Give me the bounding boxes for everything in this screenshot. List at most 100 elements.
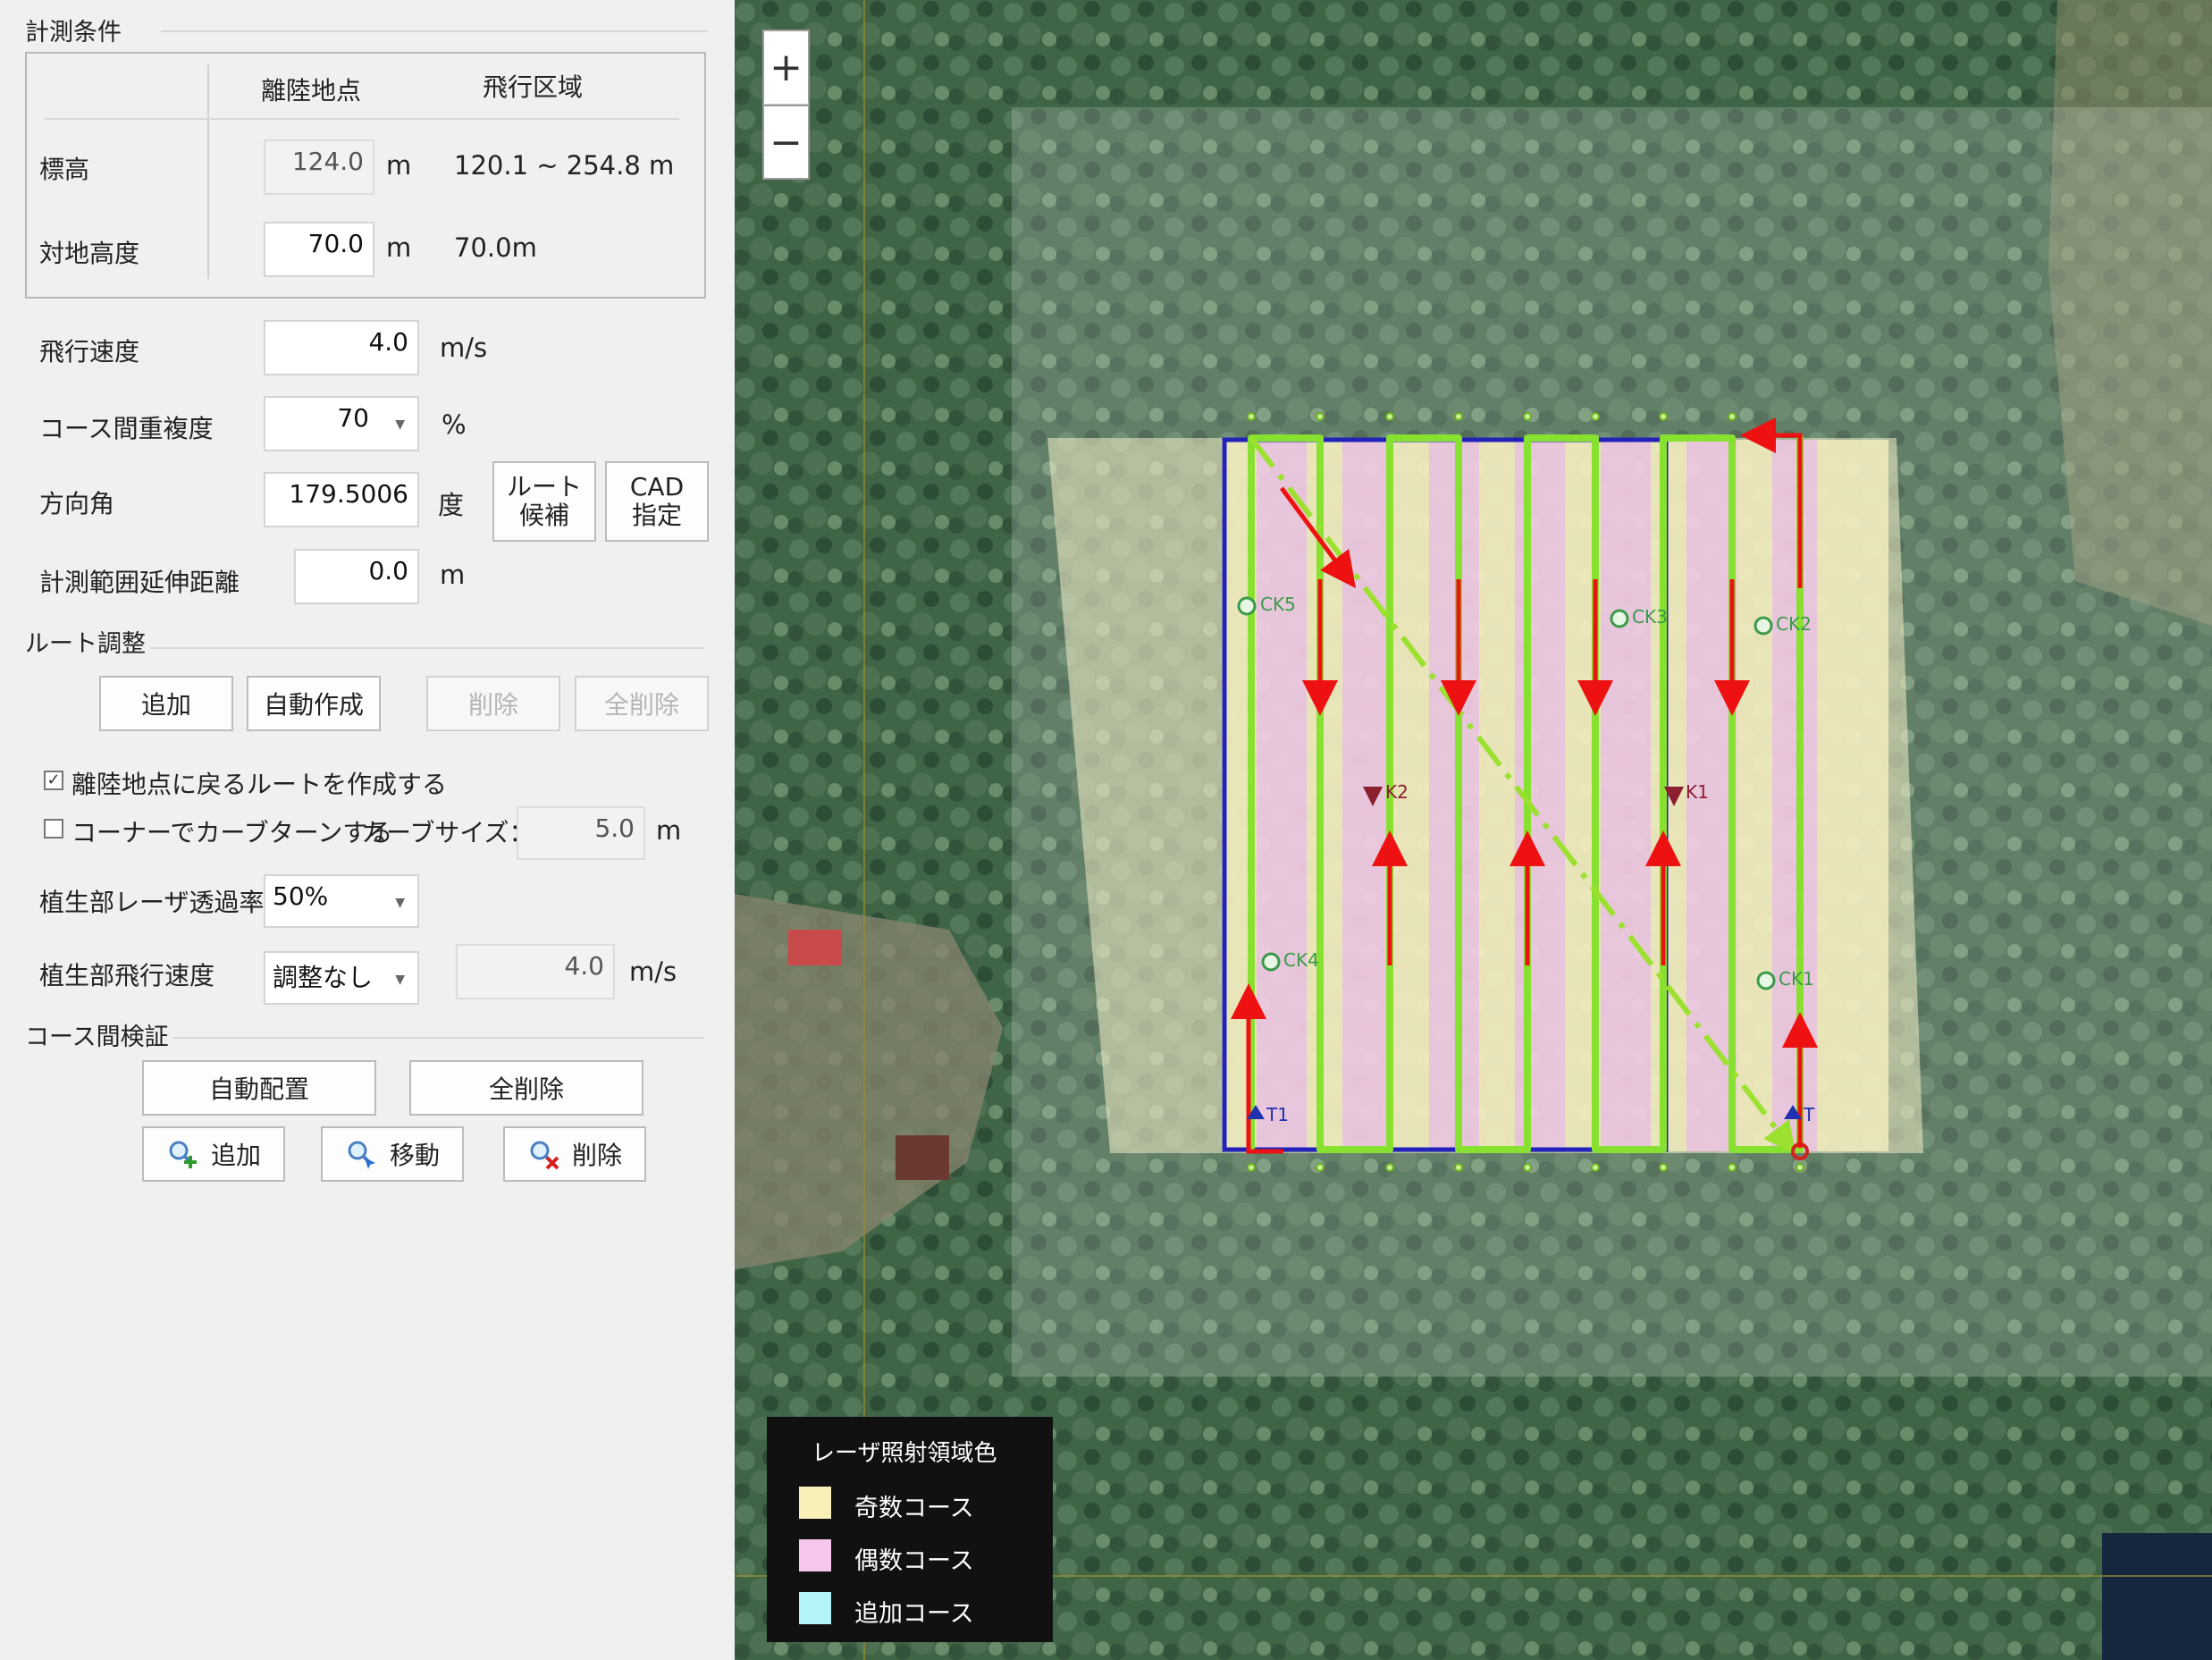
- dropdown-arrow-icon: ▼: [395, 896, 405, 910]
- col-area-header: 飛行区域: [483, 72, 584, 102]
- overlap-value: 70: [337, 403, 369, 433]
- speed-input[interactable]: 4.0: [264, 320, 419, 375]
- verify-section-title: コース間検証: [25, 1024, 169, 1051]
- heading-input[interactable]: 179.5006: [264, 472, 419, 527]
- laser-rate-label: 植生部レーザ透過率: [39, 888, 265, 917]
- legend-swatch-odd: [799, 1487, 831, 1519]
- ground-height-input[interactable]: 70.0: [264, 222, 374, 277]
- legend-label-added: 追加コース: [854, 1600, 974, 1628]
- table-divider: [207, 64, 209, 279]
- water-area: [2102, 1533, 2212, 1660]
- heading-label: 方向角: [39, 489, 115, 518]
- strip-even: [1257, 440, 1307, 1151]
- cad-label-1: CAD: [629, 472, 685, 501]
- route-candidate-label-1: ルート: [506, 472, 582, 501]
- return-route-checkbox[interactable]: ✓: [44, 771, 63, 790]
- magnifier-delete-icon: [527, 1138, 559, 1170]
- corner-curve-label: コーナーでカーブターンする: [71, 818, 393, 847]
- satellite-map[interactable]: CK5 CK3 CK2 K2 K1 CK4 CK1 T1 T: [735, 0, 2212, 1660]
- overlap-label: コース間重複度: [39, 414, 214, 443]
- ck2-label: CK2: [1776, 613, 1812, 635]
- legend-swatch-added: [799, 1592, 831, 1624]
- veg-speed-select[interactable]: 調整なし ▼: [264, 951, 419, 1005]
- legend-label-even: 偶数コース: [854, 1547, 974, 1575]
- altitude-input[interactable]: 124.0: [264, 139, 374, 195]
- route-add-button[interactable]: 追加: [99, 676, 233, 731]
- route-delete-all-button[interactable]: 全削除: [575, 676, 709, 731]
- veg-speed-input[interactable]: 4.0: [456, 944, 615, 999]
- speed-unit: m/s: [440, 333, 488, 363]
- route-candidate-button[interactable]: ルート 候補: [492, 461, 596, 542]
- altitude-range: 120.1 ~ 254.8 m: [454, 150, 675, 181]
- settings-panel: 計測条件 離陸地点 飛行区域 標高 124.0 m 120.1 ~ 254.8 …: [0, 0, 735, 1660]
- curve-size-label: カーブサイズ：: [361, 818, 534, 847]
- curve-size-unit: m: [656, 815, 682, 846]
- strip-even: [1772, 440, 1817, 1151]
- verify-delete-label: 削除: [571, 1141, 622, 1170]
- verify-move-button[interactable]: 移動: [321, 1126, 464, 1182]
- laser-legend: レーザ照射領域色 奇数コース 偶数コース 追加コース: [767, 1417, 1053, 1642]
- k2-label: K2: [1385, 781, 1409, 803]
- legend-label-odd: 奇数コース: [854, 1495, 974, 1522]
- map-canvas: [735, 0, 2212, 1660]
- ck4-label: CK4: [1283, 949, 1319, 971]
- dropdown-arrow-icon: ▼: [395, 417, 405, 432]
- table-divider: [45, 118, 679, 120]
- strip-odd: [1737, 440, 1772, 1151]
- extension-label: 計測範囲延伸距離: [39, 568, 240, 597]
- verify-auto-place-button[interactable]: 自動配置: [142, 1060, 376, 1116]
- route-delete-button[interactable]: 削除: [426, 676, 560, 731]
- verify-delete-button[interactable]: 削除: [503, 1126, 646, 1182]
- cad-label-2: 指定: [631, 501, 682, 530]
- field-patch: [896, 1135, 949, 1180]
- veg-speed-label: 植生部飛行速度: [39, 961, 215, 990]
- legend-title: レーザ照射領域色: [812, 1440, 997, 1467]
- ground-height-unit: m: [386, 232, 412, 263]
- measurement-section-title: 計測条件: [25, 19, 122, 46]
- veg-speed-unit: m/s: [629, 956, 677, 987]
- extension-unit: m: [440, 560, 466, 590]
- zoom-in-button[interactable]: +: [762, 29, 810, 105]
- corner-curve-checkbox[interactable]: [44, 819, 63, 838]
- section-divider: [173, 1037, 704, 1039]
- strip-odd: [1479, 440, 1515, 1151]
- overlap-unit: %: [442, 409, 467, 440]
- curve-size-input[interactable]: 5.0: [517, 806, 645, 860]
- section-divider: [161, 30, 708, 32]
- dropdown-arrow-icon: ▼: [395, 973, 405, 987]
- strip-odd: [1817, 440, 1888, 1151]
- ground-height-label: 対地高度: [39, 239, 140, 268]
- ground-height-area: 70.0m: [454, 232, 537, 263]
- t-label: T: [1804, 1104, 1815, 1125]
- heading-unit: 度: [438, 490, 465, 520]
- laser-rate-select[interactable]: 50% ▼: [264, 874, 419, 928]
- ck5-label: CK5: [1260, 594, 1296, 615]
- route-candidate-label-2: 候補: [518, 501, 569, 530]
- cad-specify-button[interactable]: CAD 指定: [605, 461, 709, 542]
- ck1-label: CK1: [1779, 968, 1814, 990]
- route-auto-create-button[interactable]: 自動作成: [247, 676, 381, 731]
- veg-speed-select-value: 調整なし: [273, 963, 374, 992]
- legend-swatch-even: [799, 1539, 831, 1572]
- ck3-label: CK3: [1632, 606, 1668, 628]
- verify-delete-all-button[interactable]: 全削除: [409, 1060, 643, 1116]
- route-section-title: ルート調整: [25, 630, 146, 658]
- k1-label: K1: [1686, 781, 1709, 803]
- strip-even: [1429, 440, 1479, 1151]
- return-route-label: 離陸地点に戻るルートを作成する: [71, 770, 448, 799]
- strip-even: [1601, 440, 1651, 1151]
- verify-move-label: 移動: [389, 1141, 440, 1170]
- t1-label: T1: [1266, 1104, 1289, 1125]
- red-roof: [788, 930, 842, 965]
- verify-add-button[interactable]: 追加: [142, 1126, 285, 1182]
- extension-input[interactable]: 0.0: [294, 549, 419, 604]
- altitude-unit: m: [386, 150, 412, 181]
- zoom-out-button[interactable]: −: [762, 105, 810, 180]
- overlap-select[interactable]: 70 ▼: [264, 396, 419, 451]
- verify-add-label: 追加: [210, 1141, 261, 1170]
- speed-label: 飛行速度: [39, 337, 140, 367]
- section-divider: [150, 647, 704, 649]
- magnifier-move-icon: [345, 1138, 377, 1170]
- magnifier-add-icon: [166, 1138, 198, 1170]
- laser-rate-value: 50%: [273, 881, 329, 911]
